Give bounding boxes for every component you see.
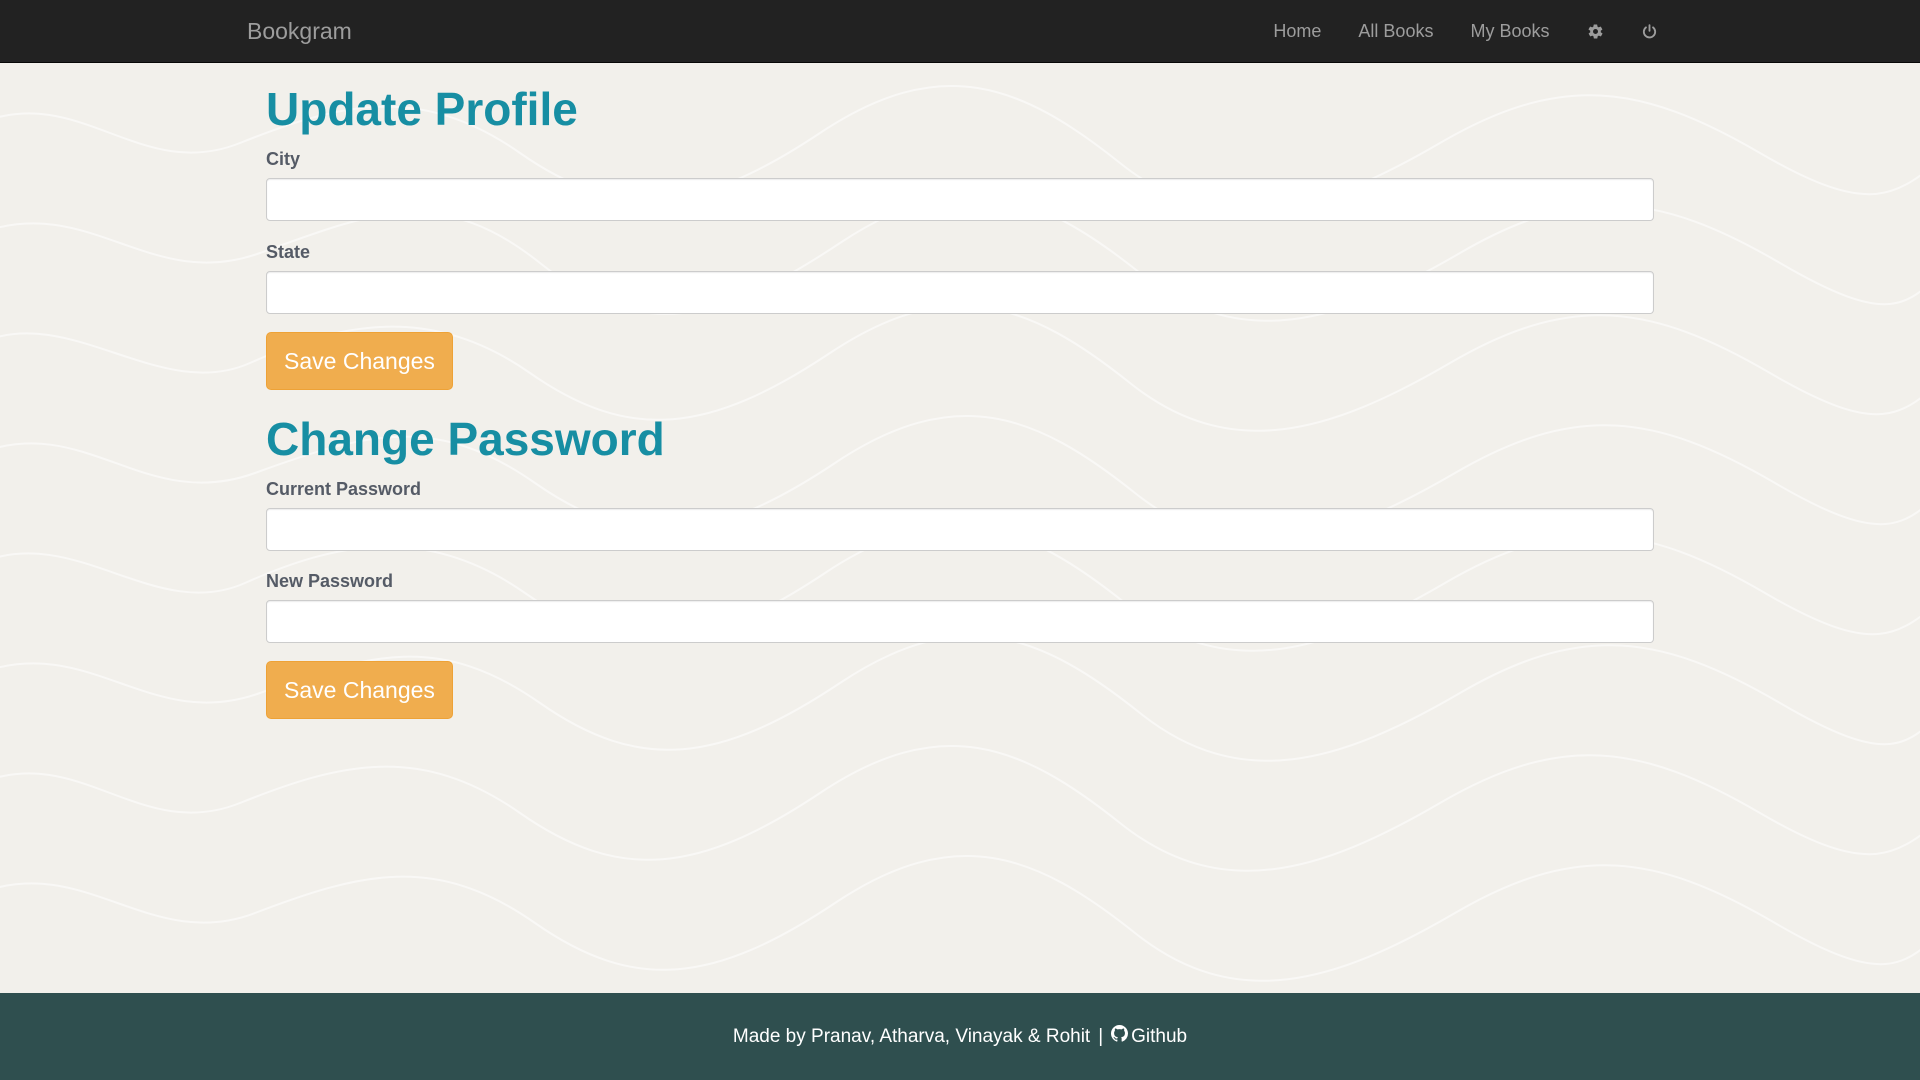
state-label: State — [266, 242, 311, 262]
gear-icon[interactable] — [1568, 0, 1622, 63]
power-icon[interactable] — [1622, 0, 1676, 63]
nav-all-books[interactable]: All Books — [1340, 0, 1452, 63]
city-input[interactable] — [266, 178, 1654, 221]
new-password-label: New Password — [266, 571, 394, 591]
save-password-button[interactable]: Save Changes — [266, 661, 453, 719]
github-icon — [1111, 1025, 1131, 1048]
update-profile-heading: Update Profile — [266, 83, 578, 135]
current-password-input[interactable] — [266, 508, 1654, 551]
footer-separator: | — [1098, 1025, 1104, 1047]
state-input[interactable] — [266, 271, 1654, 314]
page-footer: Made by Pranav, Atharva, Vinayak & Rohit… — [0, 993, 1920, 1080]
nav-links: Home All Books My Books — [1255, 0, 1676, 63]
city-label: City — [266, 149, 301, 169]
top-navbar: Bookgram Home All Books My Books — [0, 0, 1920, 63]
nav-home[interactable]: Home — [1255, 0, 1340, 63]
save-profile-button[interactable]: Save Changes — [266, 332, 453, 390]
footer-credits: Made by Pranav, Atharva, Vinayak & Rohit — [732, 1025, 1091, 1047]
new-password-input[interactable] — [266, 600, 1654, 643]
brand-logo[interactable]: Bookgram — [247, 0, 352, 63]
github-link[interactable]: Github — [1111, 1025, 1187, 1048]
change-password-heading: Change Password — [266, 413, 665, 465]
current-password-label: Current Password — [266, 479, 422, 499]
github-label: Github — [1131, 1025, 1188, 1047]
nav-my-books[interactable]: My Books — [1452, 0, 1568, 63]
